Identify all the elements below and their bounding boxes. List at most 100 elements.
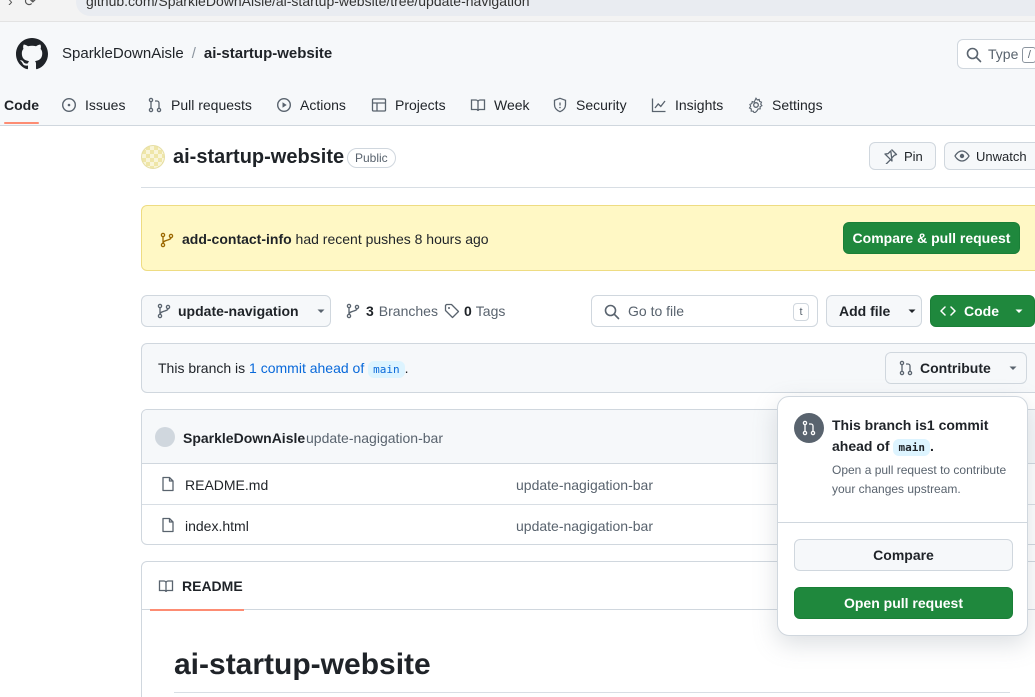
search-icon xyxy=(966,47,982,63)
breadcrumb-repo[interactable]: ai-startup-website xyxy=(204,45,332,62)
branch-selector[interactable]: update-navigation xyxy=(141,295,331,327)
tab-insights[interactable]: Insights xyxy=(651,85,723,125)
branches-count: 3 xyxy=(366,303,374,319)
readme-heading: ai-startup-website xyxy=(174,648,1010,693)
gear-icon xyxy=(748,97,763,113)
pin-label: Pin xyxy=(904,148,923,164)
file-icon xyxy=(162,476,174,492)
author-avatar[interactable] xyxy=(155,427,175,447)
add-file-label: Add file xyxy=(839,303,891,319)
unwatch-button[interactable]: Unwatch xyxy=(944,142,1035,170)
browser-nav-icons[interactable]: › ⟳ xyxy=(8,0,36,10)
tab-issues[interactable]: Issues xyxy=(61,85,125,125)
git-branch-icon xyxy=(160,232,174,248)
go-to-file-input[interactable]: Go to file t xyxy=(591,295,818,327)
search-icon xyxy=(604,304,620,320)
github-logo-icon[interactable] xyxy=(16,38,48,70)
shield-icon xyxy=(553,97,567,113)
tab-pull-requests[interactable]: Pull requests xyxy=(147,85,252,125)
open-pull-request-button[interactable]: Open pull request xyxy=(794,587,1013,619)
tab-actions-label: Actions xyxy=(300,97,346,113)
popover-description: Open a pull request to contribute your c… xyxy=(832,463,1007,496)
breadcrumb: SparkleDownAisle / ai-startup-website xyxy=(62,45,332,62)
tab-actions[interactable]: Actions xyxy=(276,85,346,125)
tab-week-label: Week xyxy=(494,97,530,113)
base-branch-chip: main xyxy=(893,439,930,456)
eye-icon xyxy=(954,150,970,162)
branch-status-prefix: This branch is xyxy=(158,360,250,376)
tab-settings-label: Settings xyxy=(772,97,823,113)
pull-request-icon xyxy=(899,360,913,376)
search-shortcut-key: / xyxy=(1022,47,1035,64)
add-file-button[interactable]: Add file xyxy=(826,295,922,327)
unwatch-label: Unwatch xyxy=(976,148,1027,164)
compare-pull-request-button[interactable]: Compare & pull request xyxy=(843,222,1020,254)
play-icon xyxy=(276,97,292,113)
tab-issues-label: Issues xyxy=(85,97,126,113)
file-commit-message[interactable]: update-nagigation-bar xyxy=(516,518,653,534)
branch-status-text: This branch is 1 commit ahead of main. xyxy=(158,360,409,378)
recent-push-text: add-contact-info had recent pushes 8 hou… xyxy=(182,231,489,247)
repo-avatar xyxy=(141,145,165,169)
code-icon xyxy=(940,306,956,316)
table-icon xyxy=(371,98,387,112)
go-to-file-shortcut: t xyxy=(793,303,809,321)
tab-security[interactable]: Security xyxy=(552,85,627,125)
file-commit-message[interactable]: update-nagigation-bar xyxy=(516,477,653,493)
browser-toolbar: › ⟳ github.com/SparkleDownAisle/ai-start… xyxy=(0,0,1035,22)
readme-tab-label: README xyxy=(182,578,243,594)
repo-header: SparkleDownAisle / ai-startup-website Type… xyxy=(0,22,1035,126)
book-icon xyxy=(158,580,174,593)
contribute-popover: This branch is1 commit ahead of main. Op… xyxy=(777,396,1028,636)
go-to-file-placeholder: Go to file xyxy=(628,303,685,319)
tab-projects[interactable]: Projects xyxy=(371,85,446,125)
caret-down-icon xyxy=(1009,366,1017,370)
git-branch-icon xyxy=(346,303,360,319)
repo-title[interactable]: ai-startup-website xyxy=(173,146,344,169)
pull-request-icon xyxy=(148,97,162,113)
breadcrumb-separator: / xyxy=(191,45,196,62)
tab-readme[interactable]: README xyxy=(142,562,244,611)
tab-settings[interactable]: Settings xyxy=(748,85,823,125)
commit-author[interactable]: SparkleDownAisle xyxy=(183,430,305,446)
code-button[interactable]: Code xyxy=(930,295,1035,327)
visibility-badge: Public xyxy=(347,148,396,168)
git-branch-icon xyxy=(157,303,171,319)
tab-insights-label: Insights xyxy=(675,97,724,113)
contribute-button[interactable]: Contribute xyxy=(885,352,1027,384)
caret-down-icon xyxy=(317,309,325,313)
tab-code[interactable]: Code xyxy=(4,85,39,125)
contribute-label: Contribute xyxy=(920,360,991,376)
recent-push-message: had recent pushes 8 hours ago xyxy=(291,231,489,247)
title-divider xyxy=(141,187,1035,188)
pull-request-icon xyxy=(794,413,824,443)
recent-push-branch[interactable]: add-contact-info xyxy=(182,231,292,247)
tab-security-label: Security xyxy=(576,97,627,113)
graph-icon xyxy=(651,98,666,113)
file-name[interactable]: index.html xyxy=(185,518,249,534)
pin-icon xyxy=(884,149,898,164)
search-placeholder: Type xyxy=(988,46,1019,62)
address-bar[interactable]: github.com/SparkleDownAisle/ai-startup-w… xyxy=(76,0,1035,16)
caret-down-icon xyxy=(1015,309,1023,313)
code-button-label: Code xyxy=(964,303,999,319)
global-search-input[interactable]: Type / xyxy=(957,39,1035,69)
tab-week[interactable]: Week xyxy=(470,85,530,125)
tags-label: Tags xyxy=(475,303,506,319)
commits-ahead-link[interactable]: 1 commit ahead of xyxy=(249,360,364,376)
tags-link[interactable]: 0 Tags xyxy=(444,303,505,319)
branches-link[interactable]: 3 Branches xyxy=(345,303,438,319)
branches-label: Branches xyxy=(378,303,438,319)
file-icon xyxy=(162,517,174,533)
breadcrumb-owner[interactable]: SparkleDownAisle xyxy=(62,45,184,62)
issue-icon xyxy=(61,97,77,113)
popover-divider xyxy=(778,522,1027,523)
compare-button[interactable]: Compare xyxy=(794,539,1013,571)
pin-button[interactable]: Pin xyxy=(869,142,936,170)
caret-down-icon xyxy=(908,309,916,313)
commit-message[interactable]: update-nagigation-bar xyxy=(306,430,443,446)
tag-icon xyxy=(444,303,460,319)
branch-status-suffix: . xyxy=(404,360,409,376)
popover-title-suffix: . xyxy=(929,438,934,454)
file-name[interactable]: README.md xyxy=(185,477,268,493)
